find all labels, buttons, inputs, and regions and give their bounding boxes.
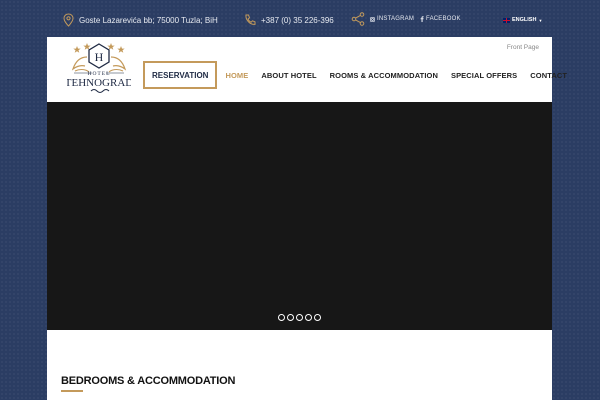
instagram-icon <box>370 16 375 22</box>
top-bar: Goste Lazarevića bb; 75000 Tuzla; BiH +3… <box>0 0 600 37</box>
slider-dot[interactable] <box>278 314 285 321</box>
logo-name: TEHNOGRAD <box>67 77 131 89</box>
language-label: ENGLISH <box>512 17 537 23</box>
location-pin-icon <box>63 13 74 27</box>
slider-dot[interactable] <box>287 314 294 321</box>
content-section: BEDROOMS & ACCOMMODATION <box>47 330 552 400</box>
nav-home[interactable]: HOME <box>225 71 248 80</box>
slider-pagination <box>278 314 323 321</box>
facebook-link[interactable]: FACEBOOK <box>420 16 461 22</box>
address-text: Goste Lazarevića bb; 75000 Tuzla; BiH <box>79 15 218 25</box>
slider-dot[interactable] <box>296 314 303 321</box>
instagram-link[interactable]: INSTAGRAM <box>370 16 414 22</box>
facebook-icon <box>420 16 424 22</box>
phone-text: +387 (0) 35 226-396 <box>261 15 334 25</box>
share-icon <box>351 12 365 26</box>
main-nav: RESERVATION HOME ABOUT HOTEL ROOMS & ACC… <box>143 61 567 89</box>
caret-down-icon: ▼ <box>538 17 543 23</box>
address: Goste Lazarevića bb; 75000 Tuzla; BiH <box>63 13 218 27</box>
slider-dot[interactable] <box>314 314 321 321</box>
site-header: H HOTEL TEHNOGRAD Front Page RESERVATION… <box>47 37 567 102</box>
hotel-logo[interactable]: H HOTEL TEHNOGRAD <box>67 41 131 99</box>
hotel-crest-icon: H HOTEL TEHNOGRAD <box>67 43 131 93</box>
logo-letter: H <box>95 50 104 64</box>
nav-special-offers[interactable]: SPECIAL OFFERS <box>451 71 517 80</box>
front-page-link[interactable]: Front Page <box>507 44 539 51</box>
nav-about-hotel[interactable]: ABOUT HOTEL <box>261 71 316 80</box>
instagram-label: INSTAGRAM <box>377 16 415 22</box>
phone-icon <box>245 14 256 25</box>
phone[interactable]: +387 (0) 35 226-396 <box>244 13 334 27</box>
facebook-label: FACEBOOK <box>426 16 461 22</box>
nav-rooms-accommodation[interactable]: ROOMS & ACCOMMODATION <box>330 71 438 80</box>
social-links: INSTAGRAM FACEBOOK <box>351 12 467 26</box>
nav-contact[interactable]: CONTACT <box>530 71 567 80</box>
section-title: BEDROOMS & ACCOMMODATION <box>61 375 236 387</box>
uk-flag-icon <box>503 17 510 23</box>
reservation-button[interactable]: RESERVATION <box>143 61 218 89</box>
title-underline <box>61 390 83 392</box>
language-selector[interactable]: ENGLISH ▼ <box>503 17 542 23</box>
slider-dot[interactable] <box>305 314 312 321</box>
hero-slider <box>47 102 552 330</box>
